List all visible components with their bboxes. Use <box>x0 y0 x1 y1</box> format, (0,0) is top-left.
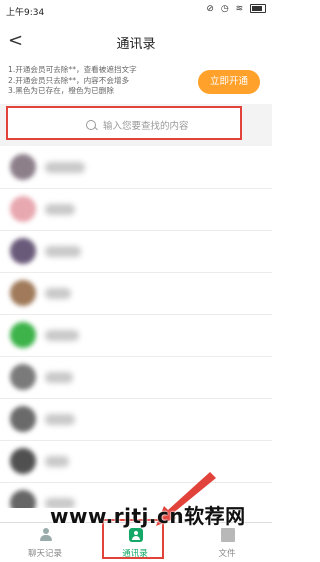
list-item[interactable] <box>0 399 272 441</box>
status-icons: ⊘ ◷ ≋ <box>206 4 266 14</box>
search-placeholder: 输入您要查找的内容 <box>103 121 189 132</box>
tab-label: 文件 <box>218 549 236 559</box>
notice-line: 1.开通会员可去除**，查看被遮挡文字 <box>8 65 137 74</box>
avatar <box>10 364 36 390</box>
page-title: 通讯录 <box>116 37 156 52</box>
contact-name-blurred <box>45 330 79 341</box>
contact-name-blurred <box>45 414 75 425</box>
status-time: 上午9:34 <box>6 8 45 18</box>
list-item[interactable] <box>0 189 272 231</box>
list-item[interactable] <box>0 147 272 189</box>
nav-bar: < 通讯录 <box>0 24 272 60</box>
avatar <box>10 238 36 264</box>
avatar <box>10 322 36 348</box>
alarm-icon: ◷ <box>220 4 231 14</box>
battery-icon <box>250 4 266 13</box>
status-bar: 上午9:34 ⊘ ◷ ≋ <box>0 0 272 22</box>
membership-notice: 1.开通会员可去除**，查看被遮挡文字 2.开通会员只去除**，内容不会增多 3… <box>0 62 272 102</box>
search-area: 输入您要查找的内容 <box>0 104 272 146</box>
list-item[interactable] <box>0 273 272 315</box>
file-icon <box>221 528 235 542</box>
search-icon <box>86 120 96 130</box>
avatar <box>10 490 36 508</box>
open-membership-button[interactable]: 立即开通 <box>198 70 260 94</box>
person-icon <box>39 528 53 542</box>
tab-label: 聊天记录 <box>27 549 62 559</box>
contact-name-blurred <box>45 162 85 173</box>
list-item[interactable] <box>0 441 272 483</box>
avatar <box>10 154 36 180</box>
contact-name-blurred <box>45 456 69 467</box>
search-input[interactable]: 输入您要查找的内容 <box>6 106 242 140</box>
notice-line: 2.开通会员只去除**，内容不会增多 <box>8 75 130 85</box>
contact-list <box>0 147 272 508</box>
avatar <box>10 406 36 432</box>
list-item[interactable] <box>0 231 272 273</box>
notice-lines: 1.开通会员可去除**，查看被遮挡文字 2.开通会员只去除**，内容不会增多 3… <box>8 65 137 97</box>
avatar <box>10 196 36 222</box>
watermark: www.rjtj.cn软荐网 <box>50 504 246 528</box>
contact-name-blurred <box>45 372 73 383</box>
list-item[interactable] <box>0 357 272 399</box>
contact-name-blurred <box>45 204 75 215</box>
contact-name-blurred <box>45 288 71 299</box>
avatar <box>10 280 36 306</box>
contact-name-blurred <box>45 246 81 257</box>
avatar <box>10 448 36 474</box>
notice-line: 3.黑色为已存在，橙色为已删除 <box>8 86 114 95</box>
list-item[interactable] <box>0 315 272 357</box>
wifi-icon: ≋ <box>235 4 246 14</box>
mute-icon: ⊘ <box>206 4 216 14</box>
